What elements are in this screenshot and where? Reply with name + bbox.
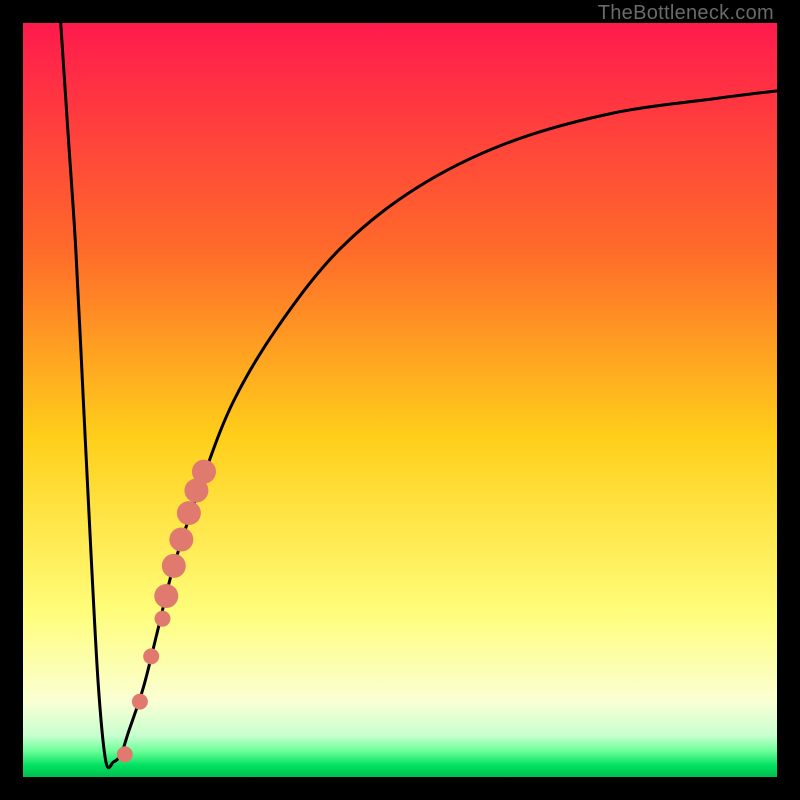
gradient-background	[23, 23, 777, 777]
data-marker	[154, 584, 178, 608]
data-marker	[143, 648, 159, 664]
data-marker	[162, 554, 186, 578]
data-marker	[132, 694, 148, 710]
data-marker	[192, 460, 216, 484]
data-marker	[169, 527, 193, 551]
data-marker	[117, 746, 133, 762]
attribution-text: TheBottleneck.com	[598, 2, 774, 25]
bottleneck-chart	[23, 23, 777, 777]
data-marker	[177, 501, 201, 525]
outer-frame: TheBottleneck.com	[0, 0, 800, 800]
data-marker	[154, 611, 170, 627]
